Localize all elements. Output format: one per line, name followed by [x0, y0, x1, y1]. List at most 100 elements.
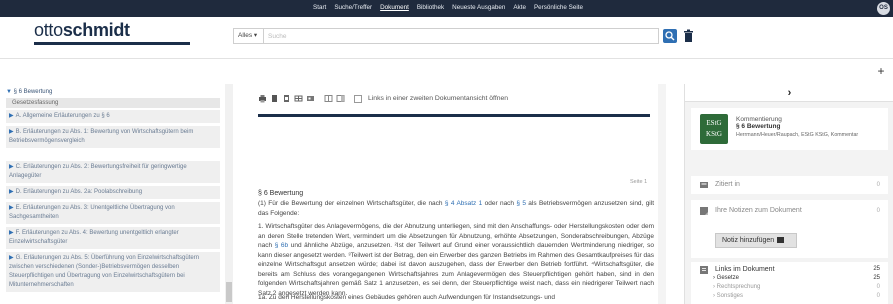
plus-icon: +	[877, 64, 885, 78]
paragraph-1: 1. Wirtschaftsgüter des Anlagevermögens,…	[258, 222, 654, 298]
triangle-right-icon: ▶	[9, 164, 14, 170]
search-input[interactable]	[268, 29, 568, 43]
logo-line-estg: EStG	[706, 119, 722, 127]
print-icon[interactable]	[258, 94, 267, 103]
quote-icon	[700, 182, 708, 188]
kommentar-type: Kommentierung	[736, 116, 782, 123]
zitiert-in-label: Zitiert in	[715, 181, 740, 188]
law-link-4-1[interactable]: § 4 Absatz 1	[445, 200, 482, 207]
add-note-button[interactable]: Notiz hinzufügen	[715, 233, 797, 248]
tree-scrollbar-thumb[interactable]	[226, 282, 232, 302]
notizen-label: Ihre Notizen zum Dokument	[715, 207, 802, 214]
tree-item-label: G. Erläuterungen zu Abs. 5: Überführung …	[9, 255, 200, 288]
compare-view-label: Links in einer zweiten Dokumentansicht ö…	[368, 95, 509, 102]
trash-button[interactable]	[683, 29, 694, 43]
chevron-right-icon: ›	[787, 87, 792, 99]
nav-link-persoenliche-seite[interactable]: Persönliche Seite	[534, 4, 583, 11]
single-view-icon[interactable]	[324, 94, 333, 103]
search-filter-select[interactable]: Alles ▾	[234, 29, 264, 43]
compare-view-checkbox[interactable]	[354, 94, 362, 103]
sidebar-collapse-toggle[interactable]: ›	[685, 84, 893, 102]
triangle-right-icon: ▶	[9, 205, 14, 211]
triangle-right-icon: ▶	[9, 113, 14, 119]
logo-part-schmidt: schmidt	[62, 20, 130, 40]
nav-link-neueste-ausgaben[interactable]: Neueste Ausgaben	[452, 4, 505, 11]
links-count: 25	[873, 266, 880, 272]
page-label: Seite 1	[630, 179, 648, 185]
link-category-sonstiges[interactable]: › Sonstiges	[713, 293, 743, 299]
zitiert-in-card[interactable]: Zitiert in 0	[691, 176, 888, 194]
kommentar-title: § 6 Bewertung	[736, 123, 781, 130]
intro-text-2: oder nach	[482, 200, 517, 207]
links-label: Links im Dokument	[715, 266, 775, 273]
document-tree: ▼ § 6 Bewertung Gesetzesfassung ▶ A. Allg…	[0, 84, 225, 304]
law-link-5[interactable]: § 5	[516, 200, 526, 207]
note-icon	[700, 207, 708, 215]
tree-item-label: F. Erläuterungen zu Abs. 4: Bewertung un…	[9, 230, 179, 245]
search-button[interactable]	[663, 29, 677, 43]
list-icon	[700, 266, 708, 274]
chevron-down-icon: ▾	[253, 32, 258, 39]
search-icon	[665, 31, 675, 41]
tree-item-selected[interactable]: Gesetzesfassung	[6, 98, 220, 108]
tree-item-label: E. Erläuterungen zu Abs. 3: Unentgeltlic…	[9, 205, 175, 220]
tree-root-label: § 6 Bewertung	[13, 89, 53, 95]
header: ottoschmidt Alles ▾	[0, 17, 893, 59]
zitiert-in-count: 0	[876, 182, 880, 188]
intro-text-1: (1) Für die Bewertung der einzelnen Wirt…	[258, 200, 445, 207]
notizen-card: Ihre Notizen zum Dokument 0 Notiz hinzuf…	[691, 200, 888, 258]
logo-part-otto: otto	[34, 20, 63, 40]
kommentar-card[interactable]: EStG KStG Kommentierung § 6 Bewertung Her…	[691, 108, 888, 150]
paragraph-1a: 1a. Zu den Herstellungskosten eines Gebä…	[258, 294, 556, 301]
pdf-icon[interactable]	[282, 94, 291, 103]
tree-item[interactable]: ▶ D. Erläuterungen zu Abs. 2a: Poolabschr…	[6, 186, 220, 199]
paragraph-intro: (1) Für die Bewertung der einzelnen Wirt…	[258, 199, 654, 218]
link-category-gesetze-count: 25	[873, 275, 880, 281]
triangle-down-icon: ▼	[6, 89, 12, 95]
tree-item[interactable]: ▶ B. Erläuterungen zu Abs. 1: Bewertung v…	[6, 126, 220, 148]
nav-link-bibliothek[interactable]: Bibliothek	[417, 4, 444, 11]
triangle-right-icon: ▶	[9, 129, 14, 135]
tree-scrollbar[interactable]	[225, 84, 233, 304]
tree-item[interactable]: ▶ A. Allgemeine Erläuterungen zu § 6	[6, 110, 220, 123]
document-view: Links in einer zweiten Dokumentansicht ö…	[236, 84, 658, 304]
link-category-rechtsprechung[interactable]: › Rechtsprechung	[713, 284, 760, 290]
link-category-rechtsprechung-count: 0	[876, 284, 880, 290]
add-button[interactable]: +	[874, 64, 888, 78]
document-icon[interactable]	[270, 94, 279, 103]
nav-link-dokument[interactable]: Dokument	[380, 4, 409, 11]
law-link-6b[interactable]: § 6b	[275, 242, 288, 249]
link-category-sonstiges-count: 0	[876, 293, 880, 299]
nav-link-start[interactable]: Start	[313, 4, 326, 11]
tree-item[interactable]: ▶ C. Erläuterungen zu Abs. 2: Bewertungsf…	[6, 161, 220, 183]
nav-link-akte[interactable]: Akte	[513, 4, 526, 11]
tree-item-label: B. Erläuterungen zu Abs. 1: Bewertung vo…	[9, 129, 194, 144]
top-navigation-bar: Start Suche/Treffer Dokument Bibliothek …	[0, 0, 893, 17]
tree-item-label: C. Erläuterungen zu Abs. 2: Bewertungsfr…	[9, 164, 187, 179]
nav-link-suche-treffer[interactable]: Suche/Treffer	[334, 4, 372, 11]
tree-item[interactable]: ▶ G. Erläuterungen zu Abs. 5: Überführung…	[6, 252, 220, 292]
link-category-gesetze[interactable]: › Gesetze	[713, 275, 739, 281]
table-icon[interactable]	[294, 94, 303, 103]
tree-root-item[interactable]: ▼ § 6 Bewertung	[6, 89, 52, 95]
document-tree-pane: ▼ § 6 Bewertung Gesetzesfassung ▶ A. Allg…	[0, 84, 233, 304]
tree-item[interactable]: ▶ F. Erläuterungen zu Abs. 4: Bewertung u…	[6, 227, 220, 249]
image-icon[interactable]	[306, 94, 315, 103]
para1-text-2: und ähnliche Abzüge, anzusetzen. ²Ist de…	[258, 242, 655, 297]
tree-item[interactable]: ▶ E. Erläuterungen zu Abs. 3: Unentgeltli…	[6, 202, 220, 224]
links-card: Links im Dokument 25 › Gesetze 25 › Rech…	[691, 262, 888, 304]
document-scrollbar[interactable]	[658, 84, 666, 304]
otto-schmidt-logo[interactable]: ottoschmidt	[34, 20, 130, 41]
split-view-icon[interactable]	[336, 94, 345, 103]
triangle-right-icon: ▶	[9, 230, 14, 236]
tree-item-label: D. Erläuterungen zu Abs. 2a: Poolabschre…	[15, 189, 143, 195]
logo-underline	[34, 42, 190, 45]
note-add-icon	[777, 237, 785, 243]
search-bar: Alles ▾	[233, 28, 659, 44]
trash-icon	[684, 29, 693, 42]
document-toolbar: Links in einer zweiten Dokumentansicht ö…	[258, 94, 508, 103]
search-filter-value: Alles	[238, 32, 253, 39]
user-avatar[interactable]: OS	[877, 2, 890, 15]
notizen-count: 0	[876, 208, 880, 214]
paragraph-title: § 6 Bewertung	[258, 190, 304, 197]
